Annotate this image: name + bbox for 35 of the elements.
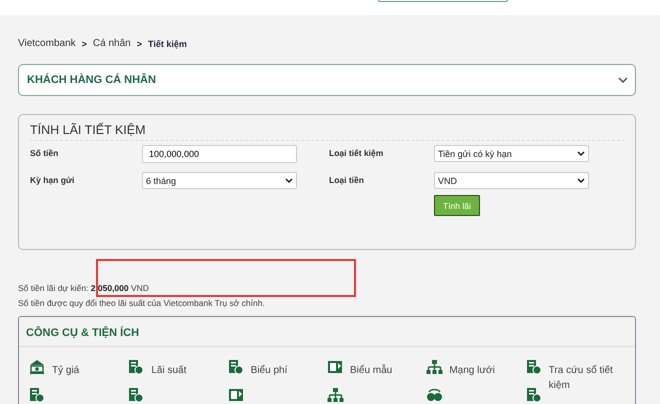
document-icon [228,359,245,375]
field-label: Số tiền [30,147,60,160]
select-field[interactable]: Tiền gửi có kỳ hạn [434,145,589,162]
breadcrumb-separator: > [136,38,142,48]
tool-link[interactable]: Lãi suất [151,359,226,378]
chevron-icon [577,178,585,183]
tool-link[interactable]: Biểu mẫu [350,359,425,378]
chevron-icon [285,178,293,183]
breadcrumb-separator: > [82,38,87,48]
coins-icon [426,387,444,403]
customer-type-select[interactable]: KHÁCH HÀNG CÁ NHÂN [18,64,636,96]
panel-title: CÔNG CỤ & TIỆN ÍCH [19,317,635,347]
breadcrumb-link[interactable]: Cá nhân [92,38,131,49]
form-icon [327,359,344,375]
document-icon [128,359,146,375]
select-value: KHÁCH HÀNG CÁ NHÂN [27,74,156,86]
panel-title: TÍNH LÃI TIẾT KIỆM [30,123,625,141]
network-icon [426,359,444,375]
chevron-icon [618,77,628,83]
chevron-icon [577,151,585,156]
field-label: Loại tiết kiệm [329,147,384,160]
network-icon [327,387,344,403]
tool-link[interactable]: Tỷ giá [52,359,127,378]
field-label: Loại tiền [329,174,365,187]
field-label: Kỳ hạn gửi [30,174,76,187]
bank-icon [29,359,46,375]
select-field[interactable]: VND [434,172,589,189]
input-field[interactable]: 100,000,000 [142,145,297,163]
select-field[interactable]: 6 tháng [142,172,297,189]
result-note: Số tiền được quy đổi theo lãi suất của Vietcombank Trụ sở chính. [18,297,266,310]
tool-link[interactable]: Biểu phí [250,359,326,378]
breadcrumb-link[interactable]: Vietcombank [18,38,76,49]
tool-link[interactable]: Tra cứu sổ tiết kiệm [548,359,624,393]
document-icon [526,359,543,375]
tool-link[interactable]: Mạng lưới [449,359,524,378]
